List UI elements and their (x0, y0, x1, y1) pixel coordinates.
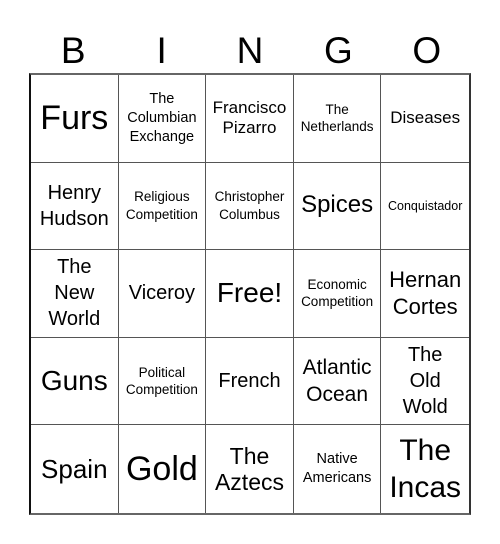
bingo-cell[interactable]: The Old Wold (381, 338, 469, 426)
cell-text: The New World (48, 256, 101, 331)
cell-text: Diseases (390, 108, 461, 128)
cell-text: The Incas (389, 433, 462, 505)
bingo-cell[interactable]: Spices (293, 162, 382, 251)
cell-text: The Columbian Exchange (127, 91, 197, 145)
bingo-cell[interactable]: Hernan Cortes (381, 250, 469, 338)
cell-text: The Netherlands (300, 101, 374, 135)
header-letter-g: G (324, 29, 353, 71)
header-letter-n: N (236, 29, 264, 71)
cell-text: The Aztecs (214, 442, 284, 496)
bingo-cell[interactable]: Gold (119, 425, 207, 513)
bingo-cell[interactable]: The Incas (381, 425, 469, 513)
cell-text: Viceroy (128, 282, 196, 305)
bingo-cell[interactable]: French (206, 337, 294, 426)
cell-text: Religious Competition (125, 189, 198, 222)
cell-text: Furs (40, 98, 109, 137)
bingo-cell[interactable]: Henry Hudson (31, 162, 119, 251)
bingo-cell[interactable]: Francisco Pizarro (206, 75, 294, 163)
bingo-cell[interactable]: The Aztecs (206, 425, 294, 513)
free-space-text: Free! (216, 277, 283, 309)
bingo-cell[interactable]: Economic Competition (293, 250, 382, 338)
cell-text: Spain (41, 454, 108, 485)
bingo-cell[interactable]: The New World (31, 250, 119, 338)
cell-text: Guns (40, 365, 108, 397)
bingo-cell[interactable]: Conquistador (381, 163, 469, 251)
free-space-cell[interactable]: Free! (206, 250, 294, 338)
bingo-cell[interactable]: Diseases (381, 75, 469, 163)
cell-text: Native Americans (302, 451, 372, 487)
cell-text: Christopher Columbus (214, 189, 285, 222)
bingo-cell[interactable]: Christopher Columbus (206, 162, 294, 251)
cell-text: French (218, 370, 281, 393)
cell-text: Political Competition (125, 364, 198, 398)
bingo-cell[interactable]: Spain (31, 425, 119, 513)
bingo-cell[interactable]: Guns (31, 337, 119, 426)
bingo-header: B I N G O (29, 28, 471, 72)
cell-text: Atlantic Ocean (302, 355, 372, 407)
cell-text: Henry Hudson (39, 181, 109, 230)
bingo-cell[interactable]: Viceroy (118, 250, 207, 338)
bingo-cell[interactable]: Furs (31, 75, 119, 163)
header-letter-o: O (412, 29, 442, 71)
header-letter-b: B (60, 29, 86, 71)
cell-text: Gold (125, 449, 198, 488)
cell-text: The Old Wold (402, 344, 448, 419)
bingo-board: Furs The Columbian Exchange Francisco Pi… (29, 73, 471, 515)
bingo-cell[interactable]: Atlantic Ocean (293, 337, 382, 426)
bingo-cell[interactable]: Native Americans (294, 425, 382, 513)
bingo-cell[interactable]: Political Competition (118, 337, 207, 426)
header-letter-i: I (156, 29, 167, 71)
bingo-cell[interactable]: The Columbian Exchange (118, 75, 207, 163)
cell-text: Francisco Pizarro (212, 97, 287, 138)
bingo-cell[interactable]: The Netherlands (293, 75, 382, 163)
bingo-cell[interactable]: Religious Competition (118, 162, 207, 251)
cell-text: Conquistador (388, 198, 463, 213)
cell-text: Economic Competition (301, 276, 374, 310)
cell-text: Hernan Cortes (389, 266, 462, 320)
cell-text: Spices (301, 191, 374, 219)
